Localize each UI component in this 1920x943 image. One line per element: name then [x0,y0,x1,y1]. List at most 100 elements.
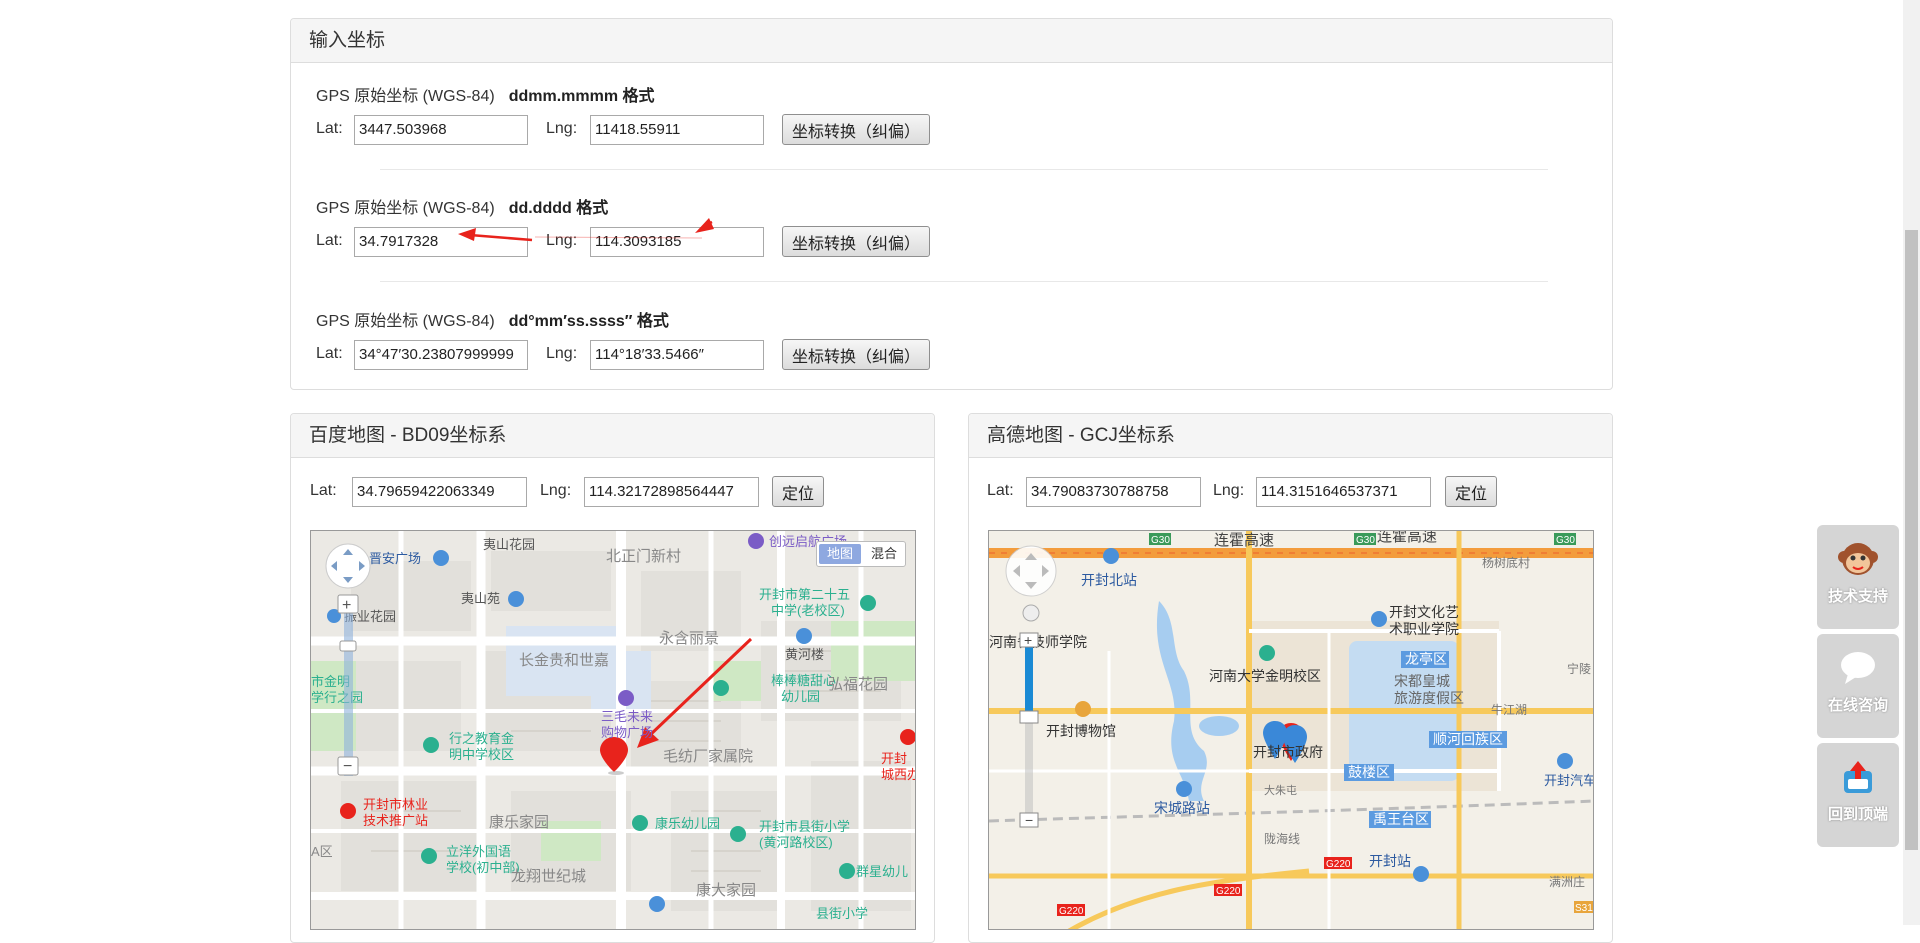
svg-text:杨树底村: 杨树底村 [1482,555,1530,570]
svg-text:群星幼儿: 群星幼儿 [856,864,908,879]
baidu-lat-label: Lat: [310,482,337,499]
row1-convert-button[interactable]: 坐标转换（纠偏） [782,114,930,145]
svg-text:鼓楼区: 鼓楼区 [1348,764,1390,780]
baidu-map-canvas: 晋安广场 夷山花园 夷山苑 北正门新村 创远启航广场 振业花园 开封市第二十五 … [311,531,916,929]
svg-text:弘福花园: 弘福花园 [828,676,888,693]
row1-lat-label: Lat: [316,120,343,137]
baidu-lng-label: Lng: [540,482,572,499]
svg-text:G30: G30 [1356,535,1375,546]
svg-text:龙翔世纪城: 龙翔世纪城 [511,868,586,885]
row2-lng-label: Lng: [546,232,578,249]
gaode-lat-label: Lat: [987,482,1014,499]
svg-text:康乐家园: 康乐家园 [489,814,549,831]
maptype-map-button[interactable]: 地图 [819,544,861,564]
row1-lng-label: Lng: [546,120,578,137]
svg-text:(黄河路校区): (黄河路校区) [759,835,833,850]
back-to-top-button[interactable]: 回到顶端 [1817,743,1899,847]
svg-text:开封市政府: 开封市政府 [1253,744,1323,760]
svg-text:开封市第二十五: 开封市第二十五 [759,587,850,602]
tech-support-button[interactable]: 技术支持 [1817,525,1899,629]
svg-text:夷山苑: 夷山苑 [461,591,500,606]
svg-text:龙亭区: 龙亭区 [1405,651,1447,667]
row3-lng-input[interactable]: 114°18′33.5466″ [590,340,764,370]
svg-text:G30: G30 [1556,535,1575,546]
row2-label: GPS 原始坐标 (WGS-84) dd.dddd 格式 [316,194,608,218]
gaode-map-canvas: 连霍高速 连霍高速 G30 G30 G30 杨树底村 开封北站 开封文化艺 术职… [989,531,1593,929]
row3-label: GPS 原始坐标 (WGS-84) dd°mm′ss.ssss″ 格式 [316,307,669,331]
row1-source: GPS 原始坐标 (WGS-84) [316,88,495,105]
svg-text:立洋外国语: 立洋外国语 [446,844,511,859]
row1-label: GPS 原始坐标 (WGS-84) ddmm.mmmm 格式 [316,82,655,106]
svg-text:中学(老校区): 中学(老校区) [771,603,845,618]
svg-text:大朱屯: 大朱屯 [1264,783,1297,797]
baidu-lat-input[interactable]: 34.79659422063349 [352,477,527,507]
svg-text:连霍高速: 连霍高速 [1377,531,1437,545]
tech-support-label: 技术支持 [1827,588,1888,605]
svg-text:禹王台区: 禹王台区 [1373,811,1429,827]
row3-source: GPS 原始坐标 (WGS-84) [316,313,495,330]
svg-text:夷山花园: 夷山花园 [483,537,535,552]
row3-convert-button[interactable]: 坐标转换（纠偏） [782,339,930,370]
maptype-hybrid-button[interactable]: 混合 [863,544,905,564]
row3-format: dd°mm′ss.ssss″ 格式 [508,313,669,330]
gaode-lat-input[interactable]: 34.79083730788758 [1026,477,1201,507]
svg-text:−: − [1025,812,1033,828]
svg-text:旅游度假区: 旅游度假区 [1394,690,1464,706]
gaode-locate-button[interactable]: 定位 [1445,476,1497,507]
row2-lat-input[interactable]: 34.7917328 [354,227,528,257]
back-to-top-label: 回到顶端 [1827,806,1888,823]
svg-text:顺河回族区: 顺河回族区 [1433,731,1503,747]
svg-text:城西办: 城西办 [881,767,916,782]
row2-convert-button[interactable]: 坐标转换（纠偏） [782,226,930,257]
row1-format: ddmm.mmmm 格式 [508,88,655,105]
svg-text:学校(初中部): 学校(初中部) [446,860,520,875]
svg-text:开封站: 开封站 [1369,853,1411,869]
separator-1 [380,169,1548,170]
svg-text:开封博物馆: 开封博物馆 [1046,723,1116,739]
svg-text:棒棒糖甜心: 棒棒糖甜心 [771,673,836,688]
baidu-lng-input[interactable]: 114.32172898564447 [584,477,759,507]
svg-text:黄河楼: 黄河楼 [785,647,824,662]
row1-lng-input[interactable]: 11418.55911 [590,115,764,145]
svg-text:−: − [343,758,352,775]
gaode-panel-title: 高德地图 - GCJ坐标系 [969,414,1612,458]
svg-text:+: + [342,597,351,614]
svg-text:明中学校区: 明中学校区 [449,747,514,762]
svg-text:+: + [1024,632,1032,648]
baidu-maptype-switch: 地图 混合 [816,541,906,567]
svg-text:G30: G30 [1151,535,1170,546]
svg-text:A区: A区 [311,844,333,859]
svg-text:S31: S31 [1575,903,1593,914]
row3-lat-input[interactable]: 34°47′30.23807999999 [354,340,528,370]
svg-text:北正门新村: 北正门新村 [606,548,681,565]
svg-text:开封: 开封 [881,751,907,766]
svg-text:学行之园: 学行之园 [311,690,363,705]
svg-text:购物广场: 购物广场 [601,725,653,740]
monkey-icon [1838,543,1878,575]
separator-2 [380,281,1548,282]
gaode-map[interactable]: 连霍高速 连霍高速 G30 G30 G30 杨树底村 开封北站 开封文化艺 术职… [988,530,1594,930]
back-to-top-icon [1844,761,1872,793]
page-scrollbar-thumb[interactable] [1905,230,1918,850]
row2-format: dd.dddd 格式 [508,200,609,217]
baidu-map[interactable]: 晋安广场 夷山花园 夷山苑 北正门新村 创远启航广场 振业花园 开封市第二十五 … [310,530,916,930]
gaode-lng-input[interactable]: 114.3151646537371 [1256,477,1431,507]
svg-text:长金贵和世嘉: 长金贵和世嘉 [519,652,609,669]
svg-text:开封文化艺: 开封文化艺 [1389,604,1459,620]
svg-text:牛江湖: 牛江湖 [1491,702,1527,717]
row1-lat-input[interactable]: 3447.503968 [354,115,528,145]
svg-text:晋安广场: 晋安广场 [369,551,421,566]
svg-text:陇海线: 陇海线 [1264,831,1300,846]
svg-text:康乐幼儿园: 康乐幼儿园 [655,816,720,831]
svg-text:术职业学院: 术职业学院 [1389,621,1459,637]
svg-text:永含丽景: 永含丽景 [659,630,719,647]
row2-lng-input[interactable]: 114.3093185 [590,227,764,257]
svg-text:三毛未来: 三毛未来 [601,709,653,724]
row3-lng-label: Lng: [546,345,578,362]
svg-text:G220: G220 [1059,906,1084,917]
row2-source: GPS 原始坐标 (WGS-84) [316,200,495,217]
svg-text:G220: G220 [1216,886,1241,897]
baidu-locate-button[interactable]: 定位 [772,476,824,507]
online-consult-button[interactable]: 在线咨询 [1817,634,1899,738]
row2-lat-label: Lat: [316,232,343,249]
